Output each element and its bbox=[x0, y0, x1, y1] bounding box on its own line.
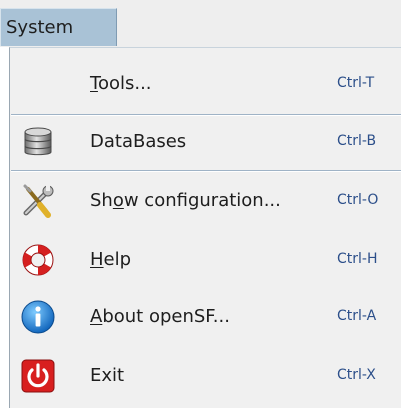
menu-item-tools[interactable]: Tools... Ctrl-T bbox=[10, 56, 401, 111]
menu-item-about-label: About openSF... bbox=[90, 306, 230, 327]
lifebuoy-icon bbox=[19, 241, 56, 278]
menu-item-tools-label: Tools... bbox=[90, 73, 152, 94]
tools-icon bbox=[19, 182, 56, 219]
power-icon bbox=[19, 357, 56, 394]
menu-item-databases[interactable]: DataBases Ctrl-B bbox=[10, 114, 401, 169]
menu-system-label: System bbox=[6, 17, 74, 38]
menu-item-exit-label: Exit bbox=[90, 365, 125, 386]
menu-item-about[interactable]: About openSF... Ctrl-A bbox=[10, 289, 401, 344]
menu-item-help[interactable]: Help Ctrl-H bbox=[10, 232, 401, 287]
system-menu-dropdown: Tools... Ctrl-T DataBases Ctrl-B Show co… bbox=[9, 47, 401, 408]
menu-item-about-shortcut: Ctrl-A bbox=[337, 308, 377, 324]
menu-bar: System bbox=[0, 0, 401, 47]
menu-item-databases-label: DataBases bbox=[90, 131, 187, 152]
menu-system[interactable]: System bbox=[0, 8, 117, 46]
menu-item-databases-shortcut: Ctrl-B bbox=[337, 133, 377, 149]
menu-item-exit[interactable]: Exit Ctrl-X bbox=[10, 348, 401, 403]
database-icon bbox=[19, 123, 56, 160]
menu-item-show-configuration-shortcut: Ctrl-O bbox=[337, 192, 379, 208]
menu-item-help-shortcut: Ctrl-H bbox=[337, 251, 378, 267]
menu-item-tools-shortcut: Ctrl-T bbox=[337, 75, 375, 91]
info-icon bbox=[19, 298, 56, 335]
menu-item-help-label: Help bbox=[90, 249, 132, 270]
menu-item-show-configuration-label: Show configuration... bbox=[90, 190, 281, 211]
menu-item-exit-shortcut: Ctrl-X bbox=[337, 367, 376, 383]
menu-item-show-configuration[interactable]: Show configuration... Ctrl-O bbox=[10, 173, 401, 228]
menu-separator bbox=[11, 170, 401, 172]
